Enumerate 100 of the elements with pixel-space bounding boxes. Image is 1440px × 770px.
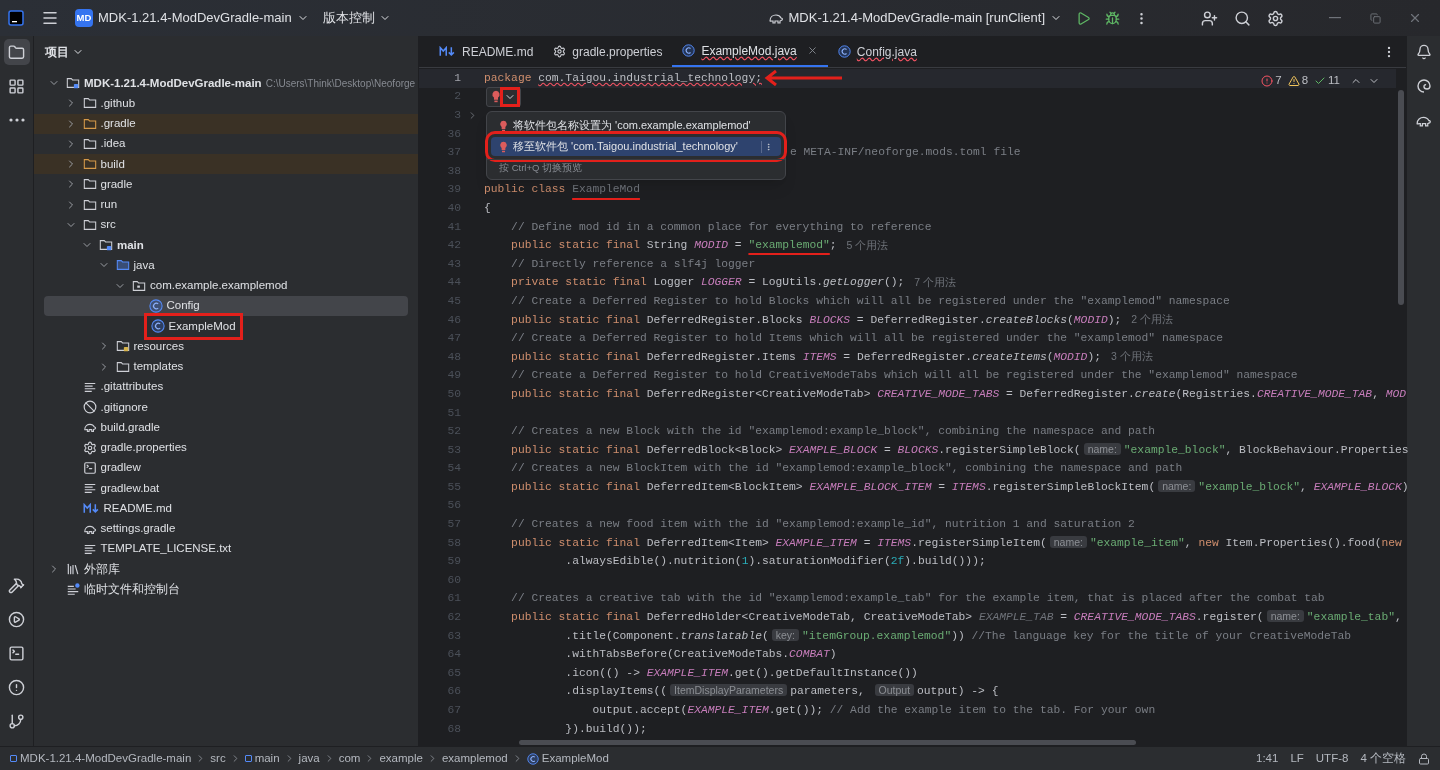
- tree-item[interactable]: 临时文件和控制台: [34, 579, 418, 600]
- intention-item[interactable]: 将软件包名称设置为 'com.example.examplemod': [491, 116, 781, 135]
- error-count[interactable]: 7: [1261, 72, 1282, 90]
- editor-tab[interactable]: gradle.properties: [543, 36, 673, 67]
- code-line: public static final DeferredHolder<CreativeModeTab, CreativeModeTab> EXAMPLE_TAB = CREATIVE_MODE_TABS.register( name: "example_tab",: [510, 609, 1402, 626]
- tree-item[interactable]: .github: [34, 93, 418, 114]
- tree-item[interactable]: run: [34, 194, 418, 215]
- swirl-icon: [1415, 78, 1432, 94]
- tree-item[interactable]: .gradle: [34, 113, 418, 134]
- class-icon: [150, 319, 165, 334]
- settings-button[interactable]: [1267, 9, 1284, 27]
- code-line: // Creates a creative tab with the id "examplemod:example_tab" for the example item, that is placed after the combat tab: [510, 591, 1325, 607]
- breadcrumb[interactable]: MDK-1.21.4-ModDevGradle-main: [10, 749, 192, 768]
- tree-item[interactable]: .gitattributes: [34, 376, 418, 397]
- usage-hint[interactable]: 3 个用法: [1110, 349, 1153, 366]
- module-icon: [10, 755, 17, 762]
- tree-item[interactable]: com.example.examplemod: [34, 275, 418, 296]
- breadcrumb[interactable]: examplemod: [441, 749, 508, 768]
- lock-icon[interactable]: [1418, 752, 1430, 765]
- ok-count[interactable]: 11: [1314, 72, 1340, 90]
- code-line: .icon(() -> EXAMPLE_ITEM.get().getDefaultInstance()): [564, 665, 918, 681]
- breadcrumb[interactable]: com: [338, 749, 361, 768]
- tree-item[interactable]: templates: [34, 356, 418, 377]
- code-line: // Creates a new BlockItem with the id "examplemod:example_block", combining the namespace and path: [510, 461, 1183, 477]
- module-folder-icon: [66, 76, 80, 91]
- run-configuration[interactable]: MDK-1.21.4-ModDevGradle-main [runClient]: [767, 8, 1062, 28]
- horizontal-scrollbar[interactable]: [519, 740, 1136, 745]
- breadcrumb[interactable]: example: [379, 749, 423, 768]
- folder-icon: [82, 136, 97, 151]
- code-line: {: [484, 201, 491, 216]
- tool-window-button[interactable]: [3, 39, 30, 65]
- structure-icon: [8, 77, 25, 95]
- vertical-scrollbar[interactable]: [1398, 90, 1404, 305]
- code-line: // Define mod id in a common place for everything to reference: [510, 219, 932, 235]
- tree-item[interactable]: settings.gradle: [34, 518, 418, 539]
- file-encoding[interactable]: UTF-8: [1309, 749, 1355, 768]
- panel-title[interactable]: 项目: [45, 43, 84, 61]
- tree-item[interactable]: gradle: [34, 174, 418, 195]
- folder-icon: [82, 157, 97, 172]
- search-button[interactable]: [1234, 9, 1251, 27]
- vcs-menu[interactable]: 版本控制: [322, 8, 391, 28]
- lightbulb-icon: [499, 140, 508, 153]
- tree-item[interactable]: gradlew.bat: [34, 478, 418, 499]
- usage-hint[interactable]: 2 个用法: [1131, 312, 1174, 328]
- folder-icon: [115, 359, 130, 374]
- tree-item[interactable]: 外部库: [34, 559, 418, 580]
- project-switcher[interactable]: MD MDK-1.21.4-ModDevGradle-main: [75, 8, 309, 28]
- debug-button[interactable]: [1105, 10, 1120, 26]
- alert-icon: [8, 678, 25, 696]
- tree-item[interactable]: resources: [34, 336, 418, 357]
- caret-position[interactable]: 1:41: [1250, 749, 1285, 768]
- app-logo-icon: [8, 10, 24, 26]
- indent-setting[interactable]: 4 个空格: [1354, 749, 1412, 768]
- breadcrumb[interactable]: ExampleMod: [526, 749, 609, 768]
- lightbulb-icon: [499, 119, 508, 132]
- tree-item[interactable]: main: [34, 235, 418, 256]
- code-line: e META-INF/neoforge.mods.toml file: [790, 145, 1021, 161]
- main-menu-button[interactable]: [41, 9, 59, 27]
- tree-item[interactable]: gradlew: [34, 457, 418, 478]
- menu-icon: [41, 9, 59, 27]
- breadcrumb[interactable]: main: [244, 749, 280, 768]
- folder-icon: [115, 258, 130, 273]
- warning-count[interactable]: 8: [1287, 72, 1309, 90]
- restore-icon: [1369, 12, 1381, 24]
- usage-hint[interactable]: 5 个用法: [846, 237, 889, 254]
- add-user-button[interactable]: [1201, 9, 1218, 27]
- breadcrumb[interactable]: java: [298, 749, 320, 768]
- popup-footer-hint: 按 Ctrl+Q 切换预览: [499, 162, 582, 173]
- editor-tab[interactable]: ExampleMod.java: [672, 36, 828, 67]
- tree-item[interactable]: MDK-1.21.4-ModDevGradle-main C:\Users\Think\Desktop\Neoforge: [34, 73, 418, 94]
- tree-item[interactable]: Config: [44, 295, 408, 316]
- play-icon: [1076, 10, 1091, 26]
- code-line: // Create a Deferred Register to hold Items which will all be registered under the "examplemod" namespace: [510, 331, 1223, 347]
- markdown-icon: [82, 502, 100, 514]
- code-line: // Creates a new food item with the id "examplemod:example_id", nutrition 1 and saturation 2: [510, 517, 1135, 533]
- warning-icon: [1287, 74, 1300, 87]
- editor-tab[interactable]: Config.java: [827, 36, 927, 67]
- close-tab-icon[interactable]: [806, 45, 818, 56]
- tree-item[interactable]: build.gradle: [34, 417, 418, 438]
- breadcrumb[interactable]: src: [210, 749, 226, 768]
- code-line: private static final Logger LOGGER = LogUtils.getLogger();: [510, 275, 905, 291]
- tree-item[interactable]: .gitignore: [34, 397, 418, 418]
- run-button[interactable]: [1076, 10, 1091, 26]
- code-line: public static final DeferredItem<BlockItem> EXAMPLE_BLOCK_ITEM = ITEMS.registerSimpleBlockItem( name: "example_block", EXAMPLE_BLOCK): [510, 478, 1409, 495]
- line-ending[interactable]: LF: [1284, 749, 1310, 768]
- tree-item[interactable]: java: [34, 255, 418, 276]
- code-line: public static final String MODID = "examplemod";: [510, 238, 837, 254]
- line-number: 1: [453, 70, 461, 86]
- tree-item[interactable]: .idea: [34, 133, 418, 154]
- scratch-icon: [66, 582, 80, 597]
- tree-item[interactable]: TEMPLATE_LICENSE.txt: [34, 538, 418, 559]
- tree-item[interactable]: src: [34, 214, 418, 235]
- tree-item[interactable]: README.md: [34, 498, 418, 519]
- editor-tab[interactable]: README.md: [429, 36, 544, 67]
- tree-item[interactable]: build: [34, 154, 418, 175]
- intention-button[interactable]: [486, 86, 521, 107]
- tree-item[interactable]: gradle.properties: [34, 437, 418, 458]
- usage-hint[interactable]: 7 个用法: [914, 274, 957, 291]
- tree-item[interactable]: ExampleMod: [34, 316, 418, 337]
- git-branch-icon: [8, 712, 25, 730]
